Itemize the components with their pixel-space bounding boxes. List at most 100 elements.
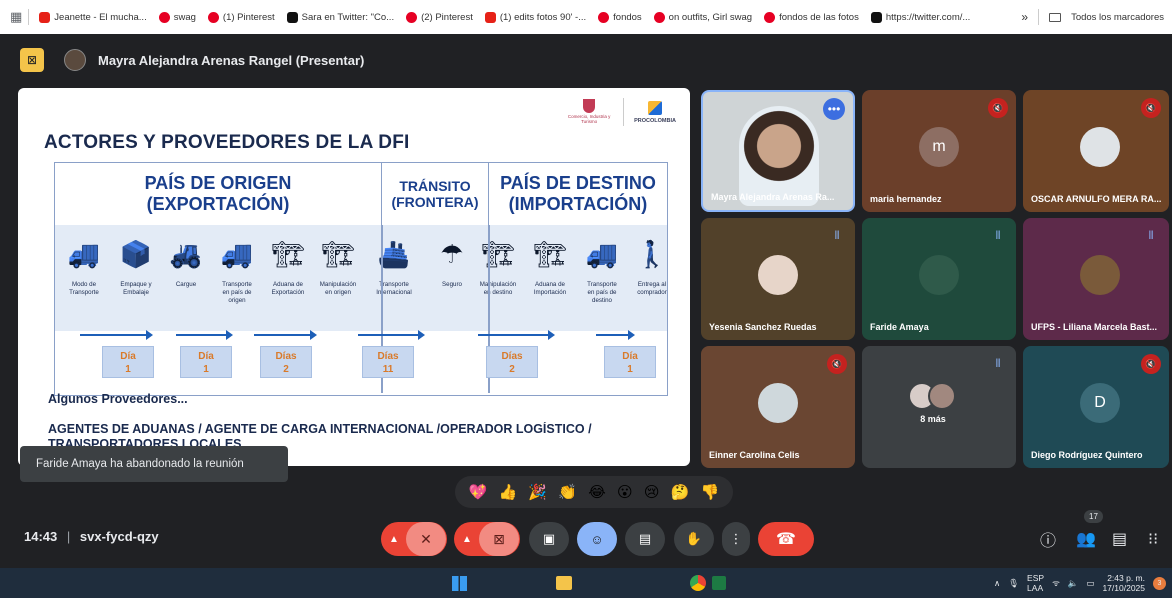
language-indicator[interactable]: ESP LAA (1027, 573, 1044, 593)
participant-name: Einner Carolina Celis (709, 450, 800, 460)
bookmark-item[interactable]: Sara en Twitter: "Co... (286, 11, 394, 23)
present-button[interactable]: ▣ (529, 522, 569, 556)
day-box: Día 1 (604, 346, 656, 378)
file-explorer-icon[interactable] (556, 576, 572, 590)
more-options-icon[interactable]: ••• (823, 98, 845, 120)
pinterest-icon (406, 11, 418, 23)
meeting-code: svx-fycd-qzy (79, 529, 159, 544)
step-label: Manipulación en origen (319, 281, 357, 296)
info-button[interactable]: ⓘ (1040, 522, 1056, 556)
emoji-button[interactable]: ☺ (577, 522, 617, 556)
truck-icon: 🚚 (585, 238, 619, 269)
day-label: Día (198, 351, 214, 362)
day-box: Días 2 (260, 346, 312, 378)
participant-tile[interactable]: ⦀ Faride Amaya (862, 218, 1016, 340)
forklift-icon: 🚜 (169, 238, 203, 269)
participant-tile[interactable]: ⦀ Yesenia Sanchez Ruedas (701, 218, 855, 340)
bookmarks-divider-2 (1038, 9, 1040, 25)
wifi-icon: ᯤ (1052, 577, 1060, 588)
bookmark-item[interactable]: fondos de las fotos (764, 11, 859, 23)
avatar-group (908, 382, 968, 412)
notification-badge[interactable]: 3 (1153, 576, 1166, 590)
meeting-time: 14:43 (24, 529, 58, 544)
activities-button[interactable]: ⁝⁝ (1148, 522, 1158, 556)
reaction-emoji[interactable]: 🤔 (671, 483, 690, 501)
chat-button[interactable]: ▤ (1112, 522, 1127, 556)
step-label: Empaque y Embalaje (120, 281, 152, 296)
bookmark-item[interactable]: (2) Pinterest (406, 11, 473, 23)
pinterest-icon (764, 11, 776, 23)
clock[interactable]: 2:43 p. m. 17/10/2025 (1102, 573, 1145, 593)
participant-name: Faride Amaya (870, 322, 929, 332)
reaction-emoji[interactable]: 😮 (617, 483, 633, 501)
reaction-emoji[interactable]: 👍 (499, 483, 518, 501)
step-item: 🏗 Manipulación en destino (473, 231, 523, 297)
participant-tile[interactable]: 🔇 Einner Carolina Celis (701, 346, 855, 468)
people-button[interactable]: 👥 17 (1076, 510, 1103, 556)
mic-off-icon[interactable]: ✕ (406, 522, 446, 556)
bookmark-item[interactable]: Jeanette - El mucha... (39, 11, 147, 23)
mic-control: ▲ ✕ (381, 522, 447, 556)
captions-button[interactable]: ▤ (625, 522, 665, 556)
mic-off-icon: 🔇 (1141, 98, 1161, 118)
procolombia-logo: PROCOLOMBIA (634, 100, 676, 124)
battery-icon: ▭ (1086, 577, 1095, 588)
reaction-emoji[interactable]: 👎 (701, 483, 720, 501)
box-icon: 📦 (119, 238, 153, 269)
bookmark-item[interactable]: on outfits, Girl swag (653, 11, 752, 23)
youtube-icon (39, 11, 51, 23)
camera-control: ▲ ⊠ (454, 522, 520, 556)
bookmark-label: (1) Pinterest (222, 11, 275, 23)
participant-avatar: D (1080, 383, 1120, 423)
youtube-icon (484, 11, 496, 23)
flow-arrow (358, 330, 425, 340)
reaction-emoji[interactable]: 👏 (558, 483, 577, 501)
leave-call-button[interactable]: ☎ (758, 522, 814, 556)
pinterest-icon (653, 11, 665, 23)
more-bookmarks-button[interactable]: » (1021, 10, 1028, 24)
bookmark-item[interactable]: https://twitter.com/... (870, 11, 970, 23)
step-item: 🏗 Manipulación en origen (313, 231, 363, 297)
day-number: 11 (382, 364, 394, 375)
participant-tile[interactable]: ⦀ 8 más (862, 346, 1016, 468)
bookmark-label: fondos de las fotos (779, 11, 859, 23)
bookmark-item[interactable]: swag (158, 11, 196, 23)
windows-start-icon[interactable] (452, 576, 467, 591)
crane-icon: 🏗 (321, 238, 355, 269)
more-options-button[interactable]: ⋮ (722, 522, 750, 556)
reaction-emoji[interactable]: 🎉 (528, 483, 547, 501)
all-bookmarks-button[interactable]: Todos los marcadores (1071, 12, 1164, 23)
reaction-emoji[interactable]: 😂 (588, 483, 606, 501)
chevron-up-icon[interactable]: ▲ (455, 534, 479, 545)
participant-tile[interactable]: 🔇 OSCAR ARNULFO MERA RA... (1023, 90, 1169, 212)
bookmark-item[interactable]: (1) Pinterest (207, 11, 275, 23)
chrome-icon[interactable] (690, 575, 706, 591)
reaction-emoji[interactable]: 😢 (644, 483, 660, 501)
ship-icon: 🚢 (377, 238, 411, 269)
participant-tile[interactable]: D 🔇 Diego Rodríguez Quintero (1023, 346, 1169, 468)
step-label: Transporte en país de destino (587, 281, 617, 304)
participant-tile[interactable]: m 🔇 maria hernandez (862, 90, 1016, 212)
bookmark-label: (2) Pinterest (421, 11, 473, 23)
bookmark-item[interactable]: fondos (598, 11, 642, 23)
meeting-info: 14:43 | svx-fycd-qzy (24, 529, 159, 544)
camera-off-icon[interactable]: ⊠ (479, 522, 519, 556)
participant-tile[interactable]: ⦀ UFPS - Liliana Marcela Bast... (1023, 218, 1169, 340)
crane-icon: 🏗 (481, 238, 515, 269)
day-label: Día (622, 351, 638, 362)
presentation-slide: Comercio, Industria y Turismo PROCOLOMBI… (18, 88, 690, 466)
step-item: 🚶 Entrega al comprador (627, 231, 677, 297)
chevron-up-icon[interactable]: ▲ (382, 534, 406, 545)
step-label: Cargue (175, 281, 197, 288)
bookmark-item[interactable]: (1) edits fotos 90' -... (484, 11, 586, 23)
participant-name: 8 más (920, 414, 946, 424)
participant-name: OSCAR ARNULFO MERA RA... (1031, 194, 1162, 204)
raise-hand-button[interactable]: ✋ (674, 522, 714, 556)
customs-icon: 🏗 (271, 238, 305, 269)
excel-icon[interactable] (712, 576, 726, 590)
participant-tile[interactable]: ••• Mayra Alejandra Arenas Ra... (701, 90, 855, 212)
chevron-up-icon[interactable]: ∧ (994, 578, 1000, 589)
apps-grid-icon[interactable]: ▦ (10, 9, 22, 25)
person-icon: 🚶 (635, 238, 669, 269)
reaction-emoji[interactable]: 💖 (469, 483, 488, 501)
